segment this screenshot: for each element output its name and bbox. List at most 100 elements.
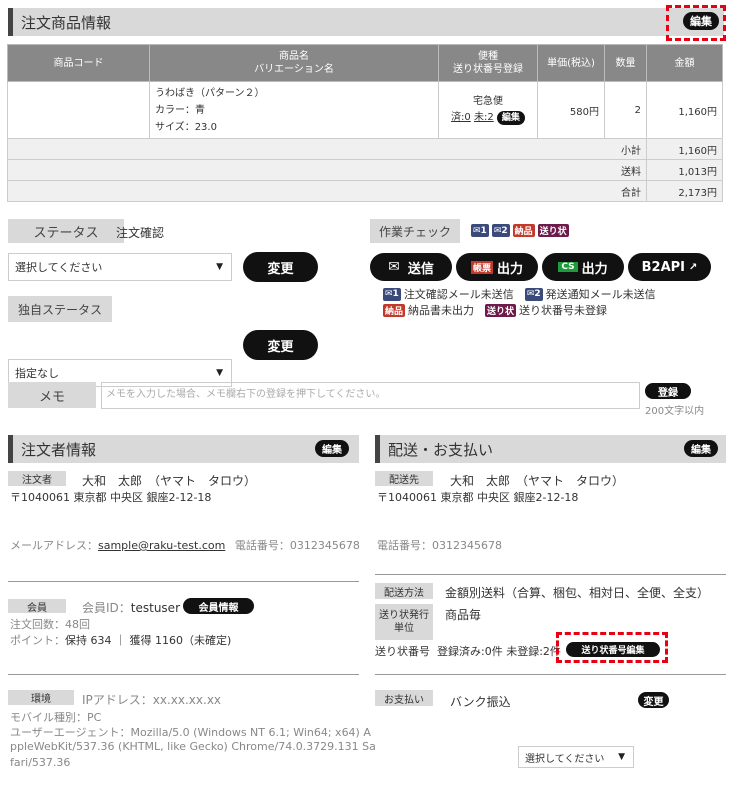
item-qty: 2 (604, 81, 647, 139)
item-price: 580円 (537, 81, 605, 139)
orderer-divider-2 (8, 674, 359, 675)
member-id: testuser (130, 601, 180, 615)
subtotal-row: 小計 1,160円 (7, 138, 723, 160)
orderer-email-row: メールアドレス：sample@raku-test.com 電話番号：031234… (10, 539, 360, 552)
chevron-down-icon: ▼ (216, 368, 223, 378)
order-items-header: 注文商品情報 (8, 8, 724, 36)
memo-textarea[interactable]: メモを入力した場合、メモ欄右下の登録を押下してください。 (101, 382, 640, 409)
legend-mail2: 発送通知メール未送信 (545, 288, 656, 301)
delivery-edit-button[interactable]: 編集 (684, 440, 718, 457)
work-check-label: 作業チェック (370, 219, 460, 243)
status-change-button[interactable]: 変更 (243, 252, 318, 282)
order-edit-button[interactable]: 編集 (683, 12, 719, 30)
subtotal-label: 小計 (7, 138, 647, 160)
orderer-phone: 電話番号：0312345678 (234, 539, 360, 552)
status-current: 注文確認 (116, 226, 165, 240)
memo-register-button[interactable]: 登録 (645, 383, 691, 399)
orderer-edit-button[interactable]: 編集 (315, 440, 349, 457)
col-code: 商品コード (7, 44, 150, 82)
delivery-legend-chip: 納品 (383, 303, 406, 317)
env-tag: 環境 (8, 690, 74, 705)
ip-address: IPアドレス：xx.xx.xx.xx (82, 693, 222, 707)
orderer-address: 〒1040061 東京都 中央区 銀座2-12-18 (10, 491, 212, 504)
total-value: 2,173円 (646, 180, 723, 202)
order-items-table: 商品コード 商品名 バリエーション名 便種 送り状番号登録 単価(税込) 数量 金額… (7, 44, 723, 202)
status-select[interactable]: 選択してください ▼ (8, 253, 232, 281)
work-check-chips: ✉ 1 ✉ 2 納品 送り状 (471, 224, 569, 237)
ship-edit-button[interactable]: 編集 (496, 111, 525, 125)
member-id-row: 会員ID：testuser (82, 601, 180, 615)
ledger-output-button[interactable]: 帳票 出力 (456, 253, 538, 281)
orderer-divider-1 (8, 581, 359, 582)
delivery-chip: 納品 (512, 224, 535, 237)
method-tag: 配送方法 (375, 583, 433, 599)
user-agent-line1: ユーザーエージェント：Mozilla/5.0 (Windows NT 6.1; … (10, 726, 371, 739)
user-agent-line3: fari/537.36 (10, 756, 71, 769)
delivery-address: 〒1040061 東京都 中央区 銀座2-12-18 (377, 491, 579, 504)
orderer-title: 注文者情報 (21, 440, 97, 459)
b2api-button[interactable]: B2API ↗ (628, 253, 711, 281)
item-size: サイズ：23.0 (155, 121, 217, 133)
subtotal-value: 1,160円 (646, 138, 723, 160)
invoice-chip: 送り状 (537, 224, 569, 237)
mail1-chip: ✉ 1 (471, 224, 489, 237)
ship-undone-link[interactable]: 未:2 (474, 112, 494, 123)
envelope-icon: ✉ (388, 259, 400, 275)
shipping-label: 送料 (7, 159, 647, 181)
chevron-down-icon: ▼ (216, 262, 223, 272)
item-code (7, 81, 150, 139)
member-info-button[interactable]: 会員情報 (183, 598, 254, 614)
legend-mail1: 注文確認メール未送信 (403, 288, 514, 301)
delivery-method: 金額別送料（合算、梱包、相対日、全便、全支） (445, 586, 710, 600)
delivery-title: 配送・お支払い (388, 440, 494, 459)
mail2-legend-chip: ✉2 (524, 287, 543, 301)
legend-delivery: 納品書未出力 (408, 304, 475, 317)
send-button[interactable]: ✉ 送信 (370, 253, 452, 281)
cs-output-button[interactable]: CS 出力 (542, 253, 624, 281)
total-label: 合計 (7, 180, 647, 202)
item-ship-cell: 宅急便 済:0 未:2 編集 (438, 81, 538, 139)
points-row: ポイント：保持 634 ｜ 獲得 1160（未確定) (10, 634, 232, 647)
item-amount: 1,160円 (646, 81, 723, 139)
tracking-status: 登録済み:0件 未登録:2件 (437, 645, 561, 658)
tracking-label: 送り状番号 (375, 645, 430, 658)
order-count: 注文回数：48回 (10, 618, 90, 631)
col-price: 単価(税込) (537, 44, 605, 82)
delivery-tag: 配送先 (375, 471, 433, 486)
col-ship: 便種 送り状番号登録 (438, 44, 538, 82)
payment-method: バンク振込 (450, 695, 511, 709)
invoice-unit: 商品毎 (445, 608, 482, 622)
delivery-divider-1 (375, 574, 726, 575)
order-items-title: 注文商品情報 (21, 13, 112, 32)
chevron-down-icon: ▼ (618, 752, 625, 762)
mobile-type: モバイル種別：PC (10, 711, 102, 724)
mail2-chip: ✉ 2 (491, 224, 510, 237)
delivery-divider-2 (375, 674, 726, 675)
own-status-label: 独自ステータス (8, 296, 112, 322)
status-label: ステータス (8, 219, 124, 243)
external-link-icon: ↗ (689, 261, 698, 273)
orderer-email-link[interactable]: sample@raku-test.com (98, 539, 225, 552)
payment-change-button[interactable]: 変更 (638, 692, 669, 708)
work-legend-row1: ✉1 注文確認メール未送信 ✉2 発送通知メール未送信 (383, 286, 656, 302)
payment-select[interactable]: 選択してください ▼ (518, 746, 634, 768)
table-row: うわばき（パターン２） カラー：青 サイズ：23.0 宅急便 済:0 未:2 編… (7, 81, 723, 139)
orderer-name: 大和 太郎 （ヤマト タロウ） (82, 474, 257, 488)
orderer-tag: 注文者 (8, 471, 66, 486)
col-name: 商品名 バリエーション名 (149, 44, 439, 82)
shipping-row: 送料 1,013円 (7, 159, 723, 181)
member-tag: 会員 (8, 599, 66, 614)
delivery-header: 配送・お支払い (375, 435, 726, 463)
own-status-change-button[interactable]: 変更 (243, 330, 318, 360)
legend-invoice: 送り状番号未登録 (519, 304, 608, 317)
item-name: うわばき（パターン２） (155, 87, 265, 99)
tracking-edit-button[interactable]: 送り状番号編集 (566, 642, 660, 657)
shipping-value: 1,013円 (646, 159, 723, 181)
item-color: カラー：青 (155, 104, 205, 116)
memo-limit: 200文字以内 (645, 406, 705, 417)
ship-done-link[interactable]: 済:0 (451, 112, 471, 123)
ship-type: 宅急便 (473, 96, 503, 107)
col-qty: 数量 (604, 44, 647, 82)
total-row: 合計 2,173円 (7, 180, 723, 202)
table-header-row: 商品コード 商品名 バリエーション名 便種 送り状番号登録 単価(税込) 数量 金額 (7, 44, 723, 82)
